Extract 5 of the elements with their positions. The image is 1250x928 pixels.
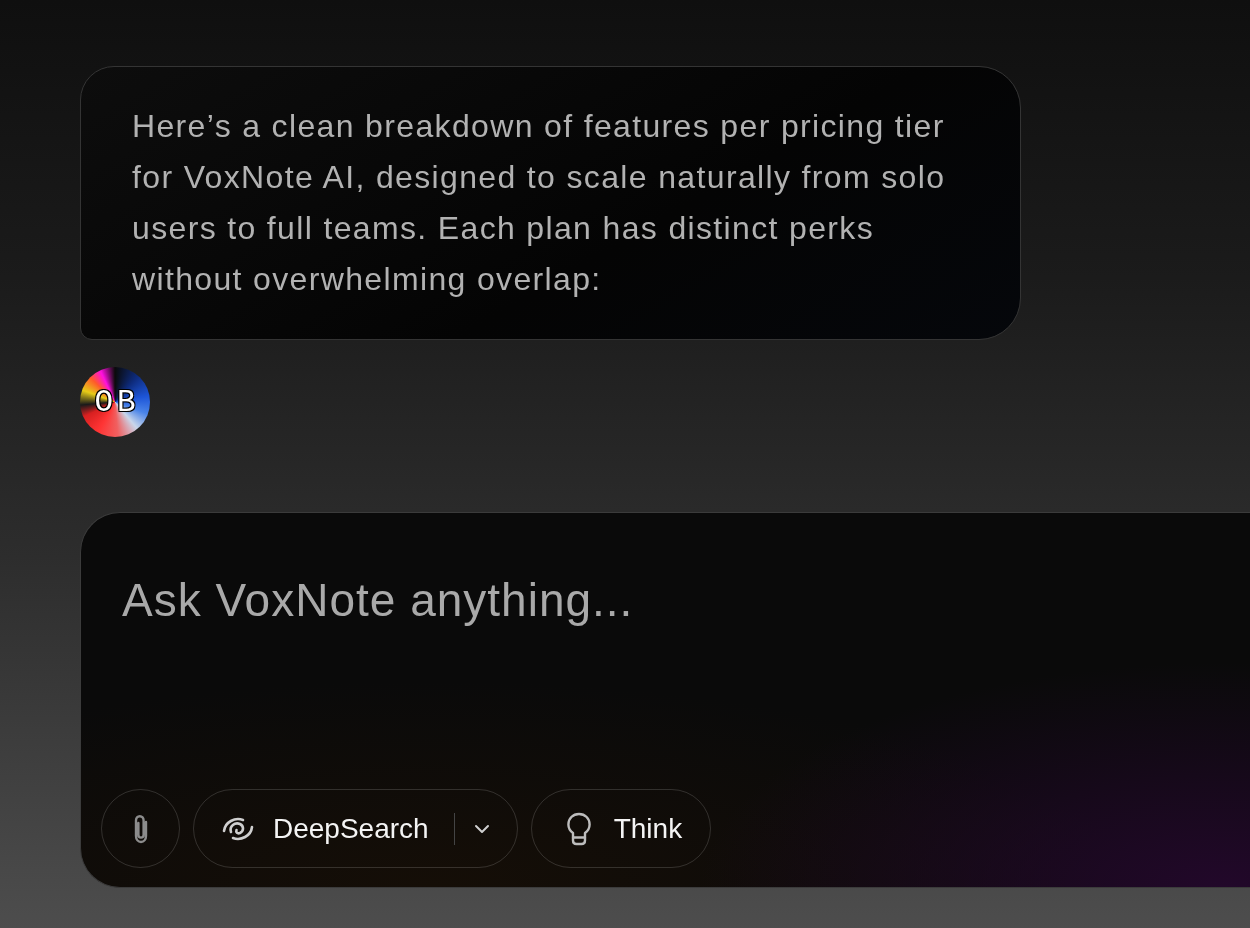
message-text: Here’s a clean breakdown of features per pricing tier for VoxNote AI, designed to scale naturally from solo users to full teams. Each plan has distinct perks without overwhelming overlap: xyxy=(132,107,947,299)
lightbulb-icon xyxy=(565,811,592,846)
message-input[interactable]: Ask VoxNote anything... xyxy=(101,513,1250,789)
user-avatar: OB xyxy=(80,367,150,437)
message-composer[interactable]: Ask VoxNote anything... DeepSearch Think xyxy=(80,512,1250,888)
